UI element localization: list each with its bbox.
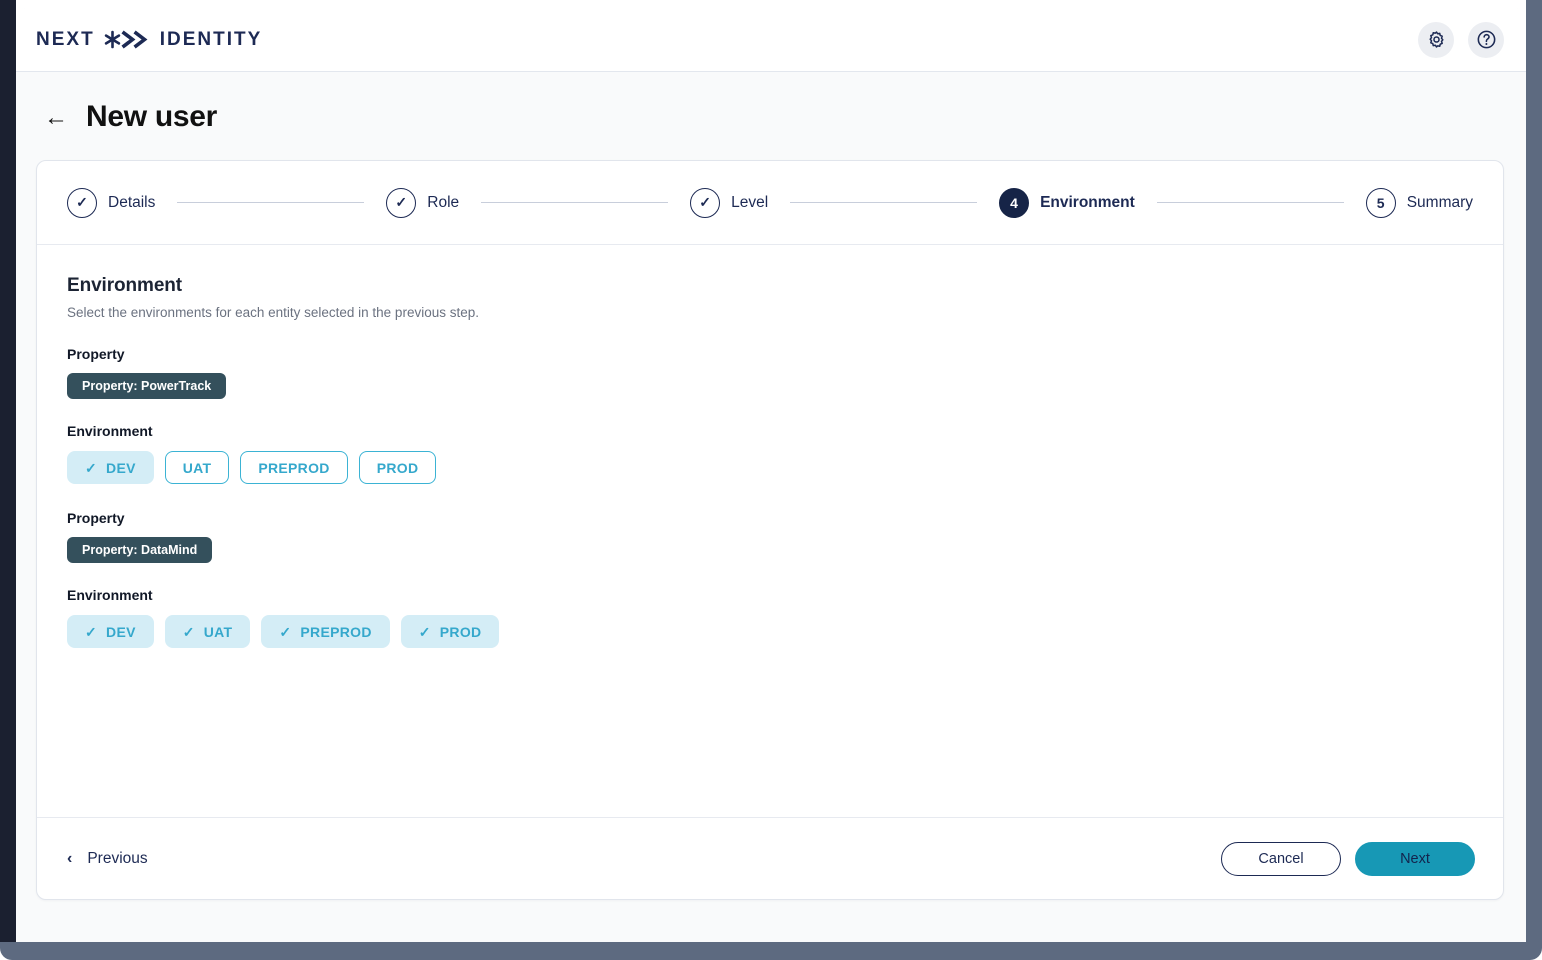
wizard-card: ✓ Details ✓ Role ✓ Level 4 Environment 5 Summary … — [36, 160, 1504, 900]
environment-chip-label: UAT — [203, 623, 233, 640]
wizard-step-content: Environment Select the environments for … — [37, 245, 1503, 817]
stepper-connector — [177, 201, 365, 204]
brand-logo[interactable]: NEXT IDENTITY — [36, 29, 262, 51]
window-right-edge — [1526, 0, 1542, 944]
gear-icon — [1428, 31, 1444, 48]
step-complete-check-icon: ✓ — [67, 187, 97, 218]
question-mark-circle-icon — [1477, 30, 1495, 49]
environment-chip-row: ✓ DEV UAT PREPROD PROD — [67, 451, 1473, 484]
stepper-step-label: Role — [427, 193, 460, 211]
brand-mark — [104, 30, 151, 49]
property-chip[interactable]: Property: DataMind — [67, 537, 213, 563]
stepper-connector — [790, 201, 978, 204]
stepper-step-label: Level — [731, 193, 769, 211]
stepper-step-label: Summary — [1406, 193, 1474, 211]
check-icon: ✓ — [85, 459, 98, 476]
next-button[interactable]: Next — [1355, 841, 1475, 876]
environment-chip-label: PROD — [439, 623, 482, 640]
stepper-connector — [481, 201, 669, 204]
stepper-step-environment[interactable]: 4 Environment — [999, 187, 1135, 218]
footer-actions: Cancel Next — [1221, 841, 1475, 876]
page-title: New user — [86, 100, 217, 133]
browser-window-frame: NEXT IDENTITY ← New user ✓ Details ✓ Rol… — [0, 0, 1542, 960]
star-asterisk-icon — [104, 30, 120, 49]
property-group: Property Property: DataMind — [67, 510, 1473, 563]
stepper-step-details[interactable]: ✓ Details — [67, 187, 156, 218]
cancel-button[interactable]: Cancel — [1221, 841, 1341, 876]
window-left-edge — [0, 0, 16, 944]
environment-chip-label: UAT — [182, 459, 212, 476]
environment-chip-dev[interactable]: ✓ DEV — [67, 615, 154, 648]
previous-button-label: Previous — [87, 849, 148, 867]
environment-group: Environment ✓ DEV ✓ UAT ✓ PREPROD ✓ PROD — [67, 587, 1473, 648]
check-icon: ✓ — [182, 623, 195, 640]
brand-word-next: NEXT — [36, 28, 95, 50]
brand-word-identity: IDENTITY — [159, 28, 263, 50]
environment-chip-row: ✓ DEV ✓ UAT ✓ PREPROD ✓ PROD — [67, 615, 1473, 648]
step-number-badge: 4 — [999, 187, 1030, 218]
check-icon: ✓ — [418, 623, 431, 640]
double-chevron-right-icon — [121, 30, 148, 49]
environment-chip-preprod[interactable]: ✓ PREPROD — [261, 615, 390, 648]
entity-list: Property Property: PowerTrack Environment ✓… — [67, 346, 1473, 648]
stepper-step-label: Details — [108, 193, 156, 211]
environment-chip-prod[interactable]: PROD — [358, 451, 437, 484]
section-title: Environment — [67, 275, 183, 296]
environment-chip-uat[interactable]: UAT — [164, 451, 230, 484]
wizard-footer: ‹ Previous Cancel Next — [37, 817, 1503, 899]
app-bar-actions — [1418, 21, 1504, 58]
property-field-label: Property — [67, 346, 125, 362]
environment-chip-label: PREPROD — [258, 459, 330, 476]
environment-chip-label: DEV — [106, 459, 136, 476]
property-group: Property Property: PowerTrack — [67, 346, 1473, 399]
stepper-step-summary[interactable]: 5 Summary — [1365, 187, 1474, 218]
environment-chip-label: PROD — [376, 459, 419, 476]
app-header-bar: NEXT IDENTITY — [16, 8, 1526, 72]
page-header: ← New user — [16, 72, 1526, 134]
stepper-step-label: Environment — [1040, 193, 1135, 211]
environment-chip-preprod[interactable]: PREPROD — [240, 451, 348, 484]
previous-button[interactable]: ‹ Previous — [65, 844, 150, 874]
environment-field-label: Environment — [67, 587, 153, 603]
page-viewport: NEXT IDENTITY ← New user ✓ Details ✓ Rol… — [16, 8, 1526, 942]
environment-chip-uat[interactable]: ✓ UAT — [164, 615, 251, 648]
check-icon: ✓ — [279, 623, 292, 640]
step-complete-check-icon: ✓ — [386, 187, 417, 218]
step-complete-check-icon: ✓ — [690, 187, 721, 218]
settings-button[interactable] — [1418, 21, 1454, 58]
environment-chip-label: DEV — [106, 623, 136, 640]
property-field-label: Property — [67, 510, 125, 526]
environment-chip-label: PREPROD — [300, 623, 372, 640]
wizard-stepper: ✓ Details ✓ Role ✓ Level 4 Environment 5 Summary — [37, 161, 1503, 245]
step-number-badge: 5 — [1365, 187, 1396, 218]
environment-field-label: Environment — [67, 423, 153, 439]
section-subtitle: Select the environments for each entity … — [67, 305, 479, 320]
window-bottom-edge — [0, 942, 1542, 960]
environment-chip-prod[interactable]: ✓ PROD — [400, 615, 500, 648]
check-icon: ✓ — [85, 623, 98, 640]
environment-chip-dev[interactable]: ✓ DEV — [67, 451, 154, 484]
stepper-connector — [1156, 201, 1344, 204]
property-chip[interactable]: Property: PowerTrack — [67, 373, 227, 399]
environment-group: Environment ✓ DEV UAT PREPROD PROD — [67, 423, 1473, 484]
stepper-step-role[interactable]: ✓ Role — [386, 187, 460, 218]
help-button[interactable] — [1468, 21, 1504, 58]
arrow-left-icon[interactable]: ← — [44, 106, 68, 130]
chevron-left-icon: ‹ — [67, 849, 73, 867]
stepper-step-level[interactable]: ✓ Level — [690, 187, 769, 218]
